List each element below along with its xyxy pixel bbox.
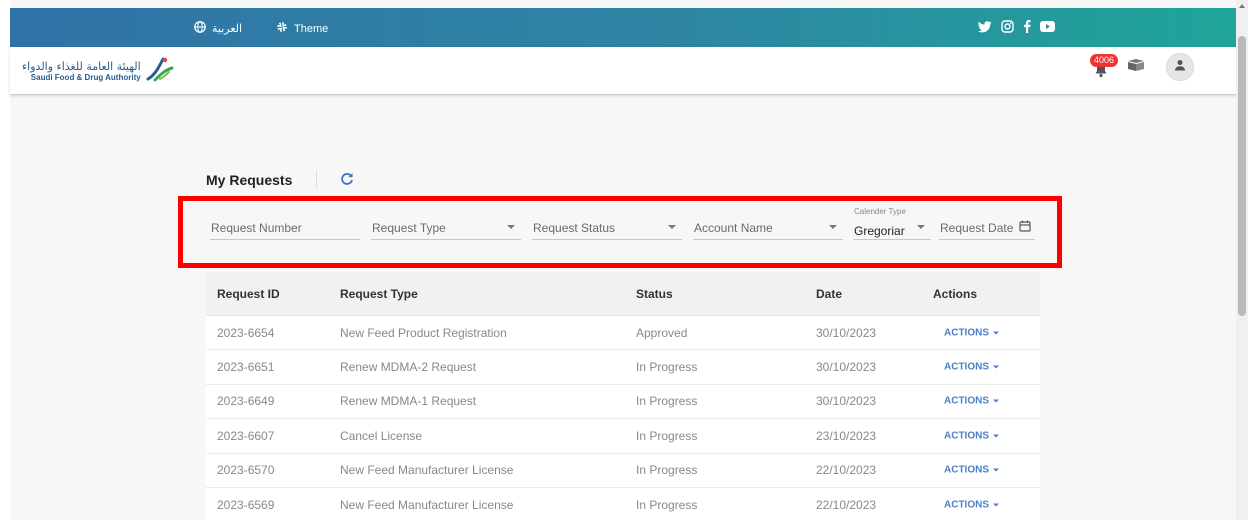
scrollbar-thumb[interactable] <box>1238 36 1246 316</box>
table-row[interactable]: 2023-6654 New Feed Product Registration … <box>206 316 1040 351</box>
table-row[interactable]: 2023-6607 Cancel License In Progress 23/… <box>206 419 1040 454</box>
actions-dropdown[interactable]: ACTIONS <box>944 362 999 373</box>
requests-table: Request ID Request Type Status Date Acti… <box>206 272 1040 520</box>
column-header-actions: Actions <box>933 286 978 301</box>
status-cell: In Progress <box>636 360 698 375</box>
table-header: Request ID Request Type Status Date Acti… <box>206 272 1040 316</box>
request-type-cell: Renew MDMA-1 Request <box>340 394 477 409</box>
app-frame: العربية Theme الهيئة العامة للغذاء والدو… <box>10 0 1236 520</box>
request-type-cell: New Feed Manufacturer License <box>340 497 514 512</box>
instagram-icon[interactable] <box>1001 20 1014 33</box>
table-row[interactable]: 2023-6649 Renew MDMA-1 Request In Progre… <box>206 385 1040 420</box>
actions-dropdown[interactable]: ACTIONS <box>944 396 999 407</box>
sfda-emblem-icon <box>145 55 175 88</box>
status-cell: Approved <box>636 325 688 340</box>
globe-icon <box>194 21 206 36</box>
chevron-down-icon <box>993 503 999 507</box>
chevron-down-icon <box>993 434 999 438</box>
page-scrollbar[interactable] <box>1236 0 1248 520</box>
request-id-cell: 2023-6649 <box>217 394 275 409</box>
status-cell: In Progress <box>636 428 698 443</box>
date-cell: 30/10/2023 <box>816 360 877 375</box>
status-cell: In Progress <box>636 394 698 409</box>
actions-dropdown[interactable]: ACTIONS <box>944 327 999 338</box>
date-cell: 30/10/2023 <box>816 325 877 340</box>
facebook-icon[interactable] <box>1023 20 1031 33</box>
theme-label: Theme <box>294 22 329 35</box>
user-icon <box>1174 58 1186 76</box>
filter-highlight-box <box>178 196 1062 268</box>
language-label: العربية <box>212 23 243 35</box>
gear-icon <box>276 21 288 36</box>
chevron-down-icon <box>993 331 999 335</box>
actions-dropdown[interactable]: ACTIONS <box>944 465 999 476</box>
notification-badge: 4006 <box>1090 54 1119 67</box>
page-title: My Requests <box>206 172 293 188</box>
request-id-cell: 2023-6607 <box>217 428 275 443</box>
column-header-request-type[interactable]: Request Type <box>340 287 418 301</box>
column-header-request-id[interactable]: Request ID <box>217 287 280 301</box>
request-type-cell: Renew MDMA-2 Request <box>340 360 477 375</box>
user-avatar-button[interactable] <box>1166 53 1194 81</box>
request-id-cell: 2023-6651 <box>217 360 275 375</box>
table-row[interactable]: 2023-6569 New Feed Manufacturer License … <box>206 488 1040 520</box>
top-bar: العربية Theme <box>10 8 1236 47</box>
date-cell: 30/10/2023 <box>816 394 877 409</box>
date-cell: 23/10/2023 <box>816 428 877 443</box>
twitter-icon[interactable] <box>978 20 992 33</box>
logo-english-text: Saudi Food & Drug Authority <box>30 73 141 82</box>
actions-label: ACTIONS <box>944 430 989 442</box>
table-row[interactable]: 2023-6570 New Feed Manufacturer License … <box>206 454 1040 488</box>
refresh-icon <box>340 173 354 190</box>
box-icon[interactable] <box>1126 58 1146 77</box>
request-id-cell: 2023-6569 <box>217 497 275 512</box>
request-id-cell: 2023-6570 <box>217 463 275 478</box>
column-header-status[interactable]: Status <box>636 287 673 301</box>
language-toggle[interactable]: العربية <box>194 21 242 36</box>
theme-toggle[interactable]: Theme <box>276 21 328 36</box>
request-type-cell: New Feed Product Registration <box>340 325 507 340</box>
date-cell: 22/10/2023 <box>816 497 877 512</box>
column-header-date[interactable]: Date <box>816 287 842 301</box>
header-actions: 4006 <box>1090 53 1194 81</box>
table-row[interactable]: 2023-6651 Renew MDMA-2 Request In Progre… <box>206 350 1040 385</box>
chevron-down-icon <box>993 365 999 369</box>
actions-label: ACTIONS <box>944 464 989 476</box>
logo-arabic-text: الهيئة العامة للغذاء والدواء <box>22 60 141 73</box>
actions-label: ACTIONS <box>944 361 989 373</box>
social-links <box>978 20 1055 33</box>
refresh-button[interactable] <box>340 172 354 191</box>
actions-dropdown[interactable]: ACTIONS <box>944 430 999 441</box>
status-cell: In Progress <box>636 463 698 478</box>
actions-label: ACTIONS <box>944 395 989 407</box>
request-id-cell: 2023-6654 <box>217 325 275 340</box>
date-cell: 22/10/2023 <box>816 463 877 478</box>
youtube-icon[interactable] <box>1040 21 1055 32</box>
actions-dropdown[interactable]: ACTIONS <box>944 499 999 510</box>
request-type-cell: New Feed Manufacturer License <box>340 463 514 478</box>
actions-label: ACTIONS <box>944 499 989 511</box>
notifications-button[interactable]: 4006 <box>1090 54 1119 80</box>
chevron-down-icon <box>993 468 999 472</box>
chevron-down-icon <box>993 399 999 403</box>
request-type-cell: Cancel License <box>340 428 423 443</box>
actions-label: ACTIONS <box>944 327 989 339</box>
title-divider <box>316 170 317 188</box>
site-header: الهيئة العامة للغذاء والدواء Saudi Food … <box>10 47 1236 95</box>
sfda-logo[interactable]: الهيئة العامة للغذاء والدواء Saudi Food … <box>22 55 175 88</box>
scroll-up-arrow-icon[interactable] <box>1239 4 1245 8</box>
status-cell: In Progress <box>636 497 698 512</box>
